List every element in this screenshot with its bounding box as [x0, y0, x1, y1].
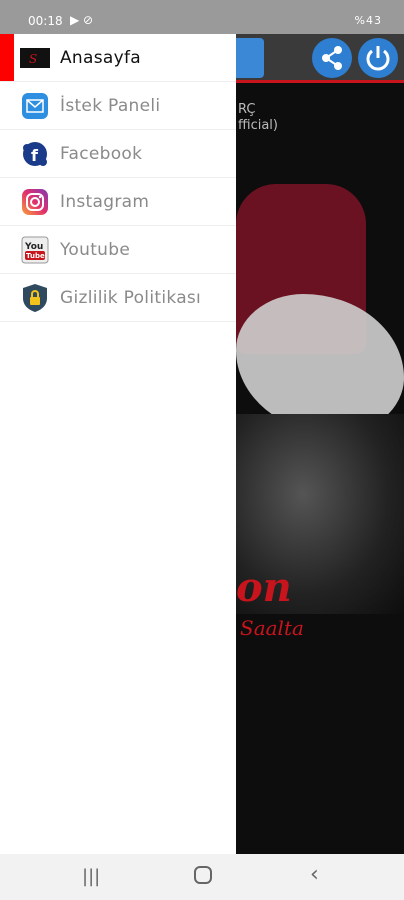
shield-lock-icon — [20, 283, 50, 313]
hat-brim-image — [236, 294, 404, 434]
battery-text: %43 — [354, 14, 382, 27]
share-button[interactable] — [312, 38, 352, 78]
drawer-item-label: Gizlilik Politikası — [60, 287, 202, 308]
app-logo-icon: S — [20, 43, 50, 73]
youtube-icon: You Tube — [20, 235, 50, 265]
drawer-item-istek-paneli[interactable]: İstek Paneli — [0, 82, 236, 130]
navigation-drawer: S Anasayfa İstek Paneli f Facebook Insta… — [0, 34, 236, 854]
status-time: 00:18 — [28, 14, 63, 28]
cover-art-subscript-icon: Saalta — [240, 616, 304, 640]
cover-art-script-icon: on — [236, 564, 292, 611]
drawer-item-label: Facebook — [60, 143, 143, 164]
drawer-item-youtube[interactable]: You Tube Youtube — [0, 226, 236, 274]
share-icon — [322, 46, 342, 70]
home-icon[interactable] — [194, 866, 212, 889]
background-title: RÇ — [238, 102, 256, 117]
status-bar: 00:18 ▶ ⊘ %43 — [0, 0, 404, 34]
drawer-item-label: Youtube — [60, 239, 131, 260]
svg-text:Tube: Tube — [26, 252, 45, 260]
facebook-icon: f — [20, 139, 50, 169]
background-subtitle: fficial) — [238, 118, 278, 133]
svg-text:S: S — [29, 52, 37, 66]
mail-icon — [20, 91, 50, 121]
drawer-item-anasayfa[interactable]: S Anasayfa — [0, 34, 236, 82]
svg-text:You: You — [24, 242, 43, 252]
drawer-item-label: Anasayfa — [60, 47, 141, 68]
instagram-icon — [20, 187, 50, 217]
back-icon[interactable]: ‹ — [310, 862, 319, 887]
play-icon: ▶ ⊘ — [70, 13, 94, 27]
recent-apps-icon[interactable]: ||| — [82, 866, 100, 887]
drawer-item-instagram[interactable]: Instagram — [0, 178, 236, 226]
svg-text:f: f — [31, 146, 39, 165]
drawer-item-label: İstek Paneli — [60, 95, 161, 116]
power-icon — [366, 46, 390, 71]
system-nav-bar: ||| ‹ — [0, 854, 404, 900]
drawer-item-facebook[interactable]: f Facebook — [0, 130, 236, 178]
power-button[interactable] — [358, 38, 398, 78]
drawer-item-label: Instagram — [60, 191, 150, 212]
drawer-item-gizlilik[interactable]: Gizlilik Politikası — [0, 274, 236, 322]
